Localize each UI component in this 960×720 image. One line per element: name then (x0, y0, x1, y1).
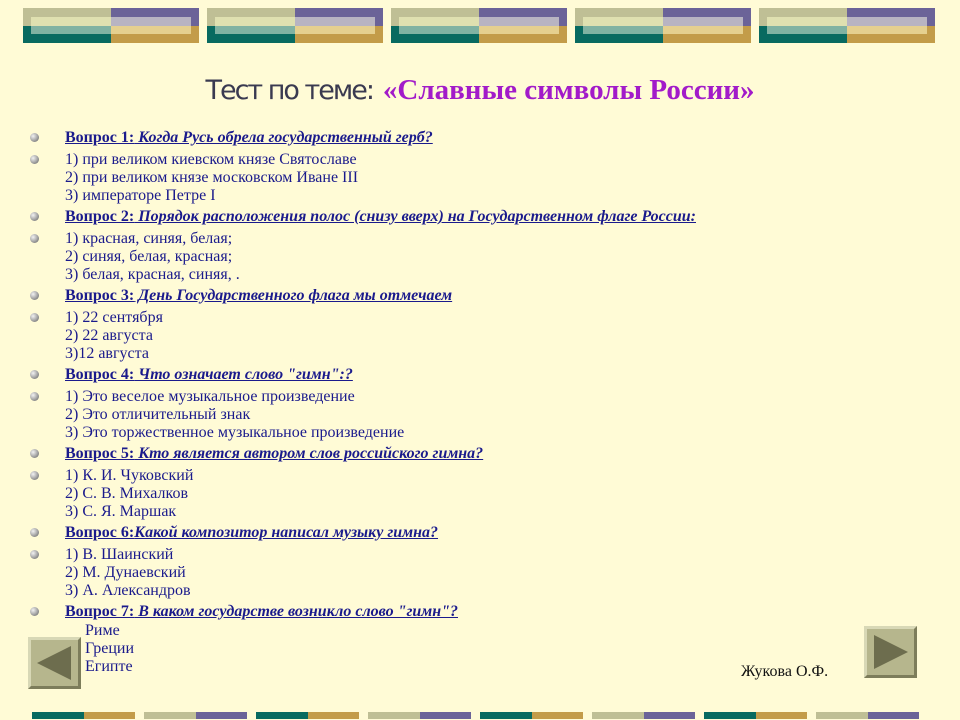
question-link[interactable]: Вопрос 1: Когда Русь обрела государствен… (65, 129, 433, 146)
bullet-icon (30, 550, 39, 559)
answer-option: 1) В. Шаинский (65, 546, 174, 563)
question-2: Вопрос 2: Порядок расположения полос (сн… (30, 208, 830, 226)
banner-tile (759, 8, 935, 43)
top-decorative-banner (23, 8, 938, 43)
question-link[interactable]: Вопрос 4: Что означает слово "гимн":? (65, 366, 353, 383)
banner-tile (23, 8, 199, 43)
answer-option: 1) красная, синяя, белая; (65, 230, 233, 247)
answer-option: 3) Это торжественное музыкальное произве… (65, 424, 405, 441)
question-link[interactable]: Вопрос 2: Порядок расположения полос (сн… (65, 208, 696, 225)
answer-option: 2) Это отличительный знак (65, 406, 251, 423)
bullet-icon (30, 155, 39, 164)
banner-tile (575, 8, 751, 43)
answers-1: 1) при великом киевском князе Святославе… (30, 151, 830, 205)
question-6: Вопрос 6:Какой композитор написал музыку… (30, 524, 830, 542)
answers-7: Риме Греции Египте (30, 622, 830, 676)
answer-option: Египте (85, 658, 133, 675)
answer-option: 3)12 августа (65, 345, 149, 362)
bullet-icon (30, 449, 39, 458)
title-topic: «Славные символы России» (382, 74, 755, 106)
bullet-icon (30, 370, 39, 379)
question-link[interactable]: Вопрос 5: Кто является автором слов росс… (65, 445, 483, 462)
bullet-icon (30, 212, 39, 221)
bullet-icon (30, 471, 39, 480)
question-link[interactable]: Вопрос 7: В каком государстве возникло с… (65, 603, 458, 620)
next-slide-button[interactable] (864, 626, 917, 678)
answer-option: 3) А. Александров (65, 582, 191, 599)
question-1: Вопрос 1: Когда Русь обрела государствен… (30, 129, 830, 147)
banner-tile (207, 8, 383, 43)
title-prefix: Тест по теме: (205, 75, 374, 106)
answer-option: 2) М. Дунаевский (65, 564, 186, 581)
previous-slide-button[interactable] (28, 637, 81, 689)
answers-2: 1) красная, синяя, белая; 2) синяя, бела… (30, 230, 830, 284)
answer-option: Греции (85, 640, 135, 657)
answer-option: 3) С. Я. Маршак (65, 503, 177, 520)
answers-5: 1) К. И. Чуковский 2) С. В. Михалков 3) … (30, 467, 830, 521)
question-4: Вопрос 4: Что означает слово "гимн":? (30, 366, 830, 384)
answers-6: 1) В. Шаинский 2) М. Дунаевский 3) А. Ал… (30, 546, 830, 600)
answer-option: 1) К. И. Чуковский (65, 467, 194, 484)
answer-option: 1) Это веселое музыкальное произведение (65, 388, 355, 405)
answer-option: 1) при великом киевском князе Святославе (65, 151, 357, 168)
triangle-left-icon (37, 646, 71, 680)
bullet-icon (30, 392, 39, 401)
slide-title: Тест по теме: «Славные символы России» (0, 70, 960, 111)
answer-option: 3) императоре Петре I (65, 187, 216, 204)
answers-4: 1) Это веселое музыкальное произведение … (30, 388, 830, 442)
answers-3: 1) 22 сентября 2) 22 августа 3)12 август… (30, 309, 830, 363)
answer-option: 2) 22 августа (65, 327, 153, 344)
question-link[interactable]: Вопрос 6:Какой композитор написал музыку… (65, 524, 438, 541)
bullet-icon (30, 234, 39, 243)
answer-option: 2) С. В. Михалков (65, 485, 188, 502)
question-5: Вопрос 5: Кто является автором слов росс… (30, 445, 830, 463)
bullet-icon (30, 133, 39, 142)
answer-option: 1) 22 сентября (65, 309, 163, 326)
question-link[interactable]: Вопрос 3: День Государственного флага мы… (65, 287, 452, 304)
question-7: Вопрос 7: В каком государстве возникло с… (30, 603, 830, 621)
bullet-icon (30, 313, 39, 322)
answer-option: Риме (85, 622, 120, 639)
question-3: Вопрос 3: День Государственного флага мы… (30, 287, 830, 305)
bullet-icon (30, 291, 39, 300)
banner-tile (391, 8, 567, 43)
answer-option: 2) синяя, белая, красная; (65, 248, 233, 265)
triangle-right-icon (874, 635, 908, 669)
bullet-icon (30, 607, 39, 616)
bottom-decorative-bar (0, 712, 960, 720)
author-name: Жукова О.Ф. (741, 663, 829, 680)
answer-option: 3) белая, красная, синяя, . (65, 266, 240, 283)
answer-option: 2) при великом князе московском Иване II… (65, 169, 359, 186)
bullet-icon (30, 528, 39, 537)
quiz-content: Вопрос 1: Когда Русь обрела государствен… (30, 129, 830, 679)
